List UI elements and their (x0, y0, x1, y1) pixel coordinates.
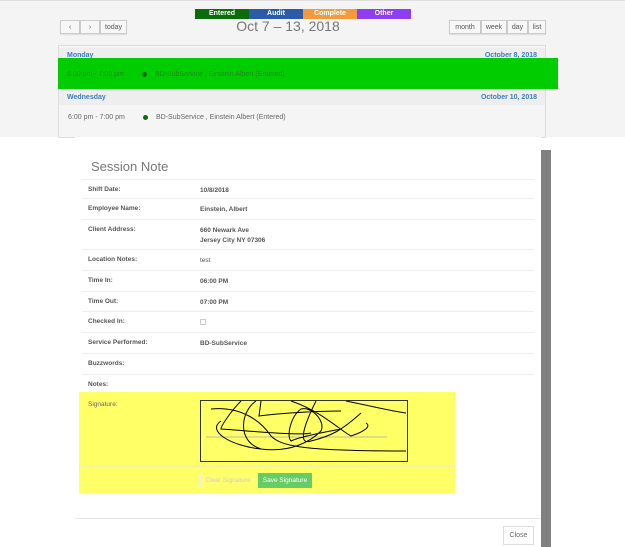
event-dot-icon (143, 114, 148, 120)
day-date[interactable]: October 10, 2018 (481, 94, 537, 101)
field-label: Time Out: (88, 298, 119, 305)
signature-label: Signature: (88, 401, 118, 408)
checked-in-checkbox[interactable] (200, 319, 206, 325)
event-title[interactable]: BD-SubService , Einstein Albert (Entered… (155, 71, 285, 78)
event-title[interactable]: BD-SubService , Einstein Albert (Entered… (156, 114, 286, 121)
calendar-area: Entered Audit Complete Other ‹ › today O… (0, 0, 625, 138)
field-label: Notes: (88, 381, 109, 388)
field-client-address: Client Address: 660 Newark Ave Jersey City… (82, 219, 534, 249)
signature-drawing (206, 400, 407, 452)
today-button[interactable]: today (100, 20, 127, 34)
event-row[interactable]: 6:00 pm - 7:00 pm BD-SubService , Einstei… (59, 105, 545, 129)
month-view-button[interactable]: month (449, 20, 481, 34)
close-button[interactable]: Close (503, 526, 534, 545)
address-line-1: 660 Newark Ave (200, 227, 250, 234)
modal-backdrop (541, 150, 551, 547)
field-value: 10/8/2018 (200, 187, 229, 194)
field-time-in: Time In: 06:00 PM (82, 270, 534, 291)
calendar-title: Oct 7 – 13, 2018 (236, 18, 340, 34)
field-value: 07:00 PM (200, 299, 229, 306)
field-label: Buzzwords: (88, 360, 125, 367)
field-employee-name: Employee Name: Einstein, Albert (82, 198, 534, 219)
field-time-out: Time Out: 07:00 PM (82, 291, 534, 311)
day-view-button[interactable]: day (507, 20, 528, 34)
field-label: Service Performed: (88, 339, 148, 346)
field-value: BD-SubService (200, 340, 247, 347)
week-view-button[interactable]: week (481, 20, 507, 34)
event-time: 6:00 pm - 7:00 pm (68, 113, 125, 121)
modal-footer-divider (75, 518, 541, 519)
day-header: Wednesday October 10, 2018 (59, 90, 545, 105)
prev-button[interactable]: ‹ (60, 20, 80, 34)
field-value: 660 Newark Ave Jersey City NY 07306 (200, 226, 265, 246)
field-value: Einstein, Albert (200, 206, 248, 213)
modal-title: Session Note (91, 159, 169, 174)
field-value: 06:00 PM (200, 278, 229, 285)
field-label: Checked In: (88, 318, 125, 325)
field-value: test (200, 257, 211, 264)
field-service-performed: Service Performed: BD-SubService (82, 332, 534, 353)
field-shift-date: Shift Date: 10/8/2018 (82, 179, 534, 198)
field-label: Client Address: (88, 226, 136, 233)
address-line-2: Jersey City NY 07306 (200, 237, 266, 244)
event-dot-icon (142, 71, 147, 77)
save-signature-button[interactable]: Save Signature (258, 473, 312, 488)
field-location-notes: Location Notes: test (82, 249, 534, 270)
field-label: Employee Name: (88, 205, 141, 212)
highlighted-event-row[interactable]: 6:00 pm - 7:00 pm BD-SubService , Einstei… (58, 58, 558, 89)
event-row[interactable]: 6:00 pm - 7:00 pm BD-SubService , Einstei… (58, 62, 544, 86)
day-name: Wednesday (67, 94, 106, 101)
field-label: Time In: (88, 277, 113, 284)
event-time: 6:00 pm - 7:00 pm (67, 70, 124, 78)
clear-signature-button[interactable]: Clear Signature (200, 473, 256, 488)
field-buzzwords: Buzzwords: (82, 353, 534, 374)
field-checked-in: Checked In: (82, 311, 534, 332)
divider (79, 466, 455, 467)
field-label: Location Notes: (88, 256, 138, 263)
field-label: Shift Date: (88, 186, 121, 193)
list-view-button[interactable]: list (528, 20, 546, 34)
next-button[interactable]: › (80, 20, 100, 34)
signature-canvas[interactable] (200, 400, 408, 462)
